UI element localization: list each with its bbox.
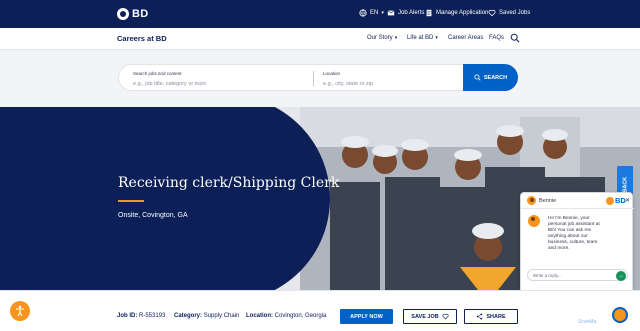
chevron-down-icon: ▾ bbox=[394, 35, 398, 41]
close-icon[interactable]: ✕ bbox=[625, 197, 630, 204]
job-category: Category: Supply Chain bbox=[174, 313, 240, 319]
nav-item-faqs[interactable]: FAQs bbox=[489, 35, 504, 41]
heart-icon bbox=[488, 9, 496, 17]
search-icon[interactable] bbox=[510, 33, 520, 43]
globe-icon bbox=[359, 9, 367, 17]
chat-message: Hi! I'm Bennie, your personal job assist… bbox=[548, 216, 600, 251]
mail-icon bbox=[387, 10, 395, 16]
nav-item-our-story[interactable]: Our Story ▾ bbox=[367, 35, 397, 41]
job-alerts-link[interactable]: Job Alerts bbox=[387, 9, 424, 17]
chevron-down-icon: ▾ bbox=[381, 10, 384, 16]
bd-logo[interactable]: BD bbox=[117, 8, 149, 20]
save-job-button[interactable]: SAVE JOB bbox=[403, 309, 457, 324]
search-form: Search jobs and content e.g., job title,… bbox=[118, 64, 464, 91]
document-icon bbox=[426, 9, 432, 17]
hero-navy-panel bbox=[0, 107, 330, 290]
bennie-message-avatar bbox=[528, 215, 540, 227]
bd-logo-icon bbox=[606, 196, 614, 205]
keyword-search-input[interactable]: Search jobs and content e.g., job title,… bbox=[133, 65, 308, 92]
job-id: Job ID: R-553193 bbox=[117, 313, 166, 319]
share-button[interactable]: SHARE bbox=[464, 309, 518, 324]
job-search-section: Search jobs and content e.g., job title,… bbox=[0, 50, 640, 107]
job-location: Onsite, Covington, GA bbox=[118, 212, 188, 219]
search-icon bbox=[474, 74, 481, 81]
chat-bd-logo: BD bbox=[606, 196, 626, 205]
apply-now-button[interactable]: APPLY NOW bbox=[340, 309, 393, 324]
main-nav: Careers at BD Our Story ▾ Life at BD ▾ Car… bbox=[0, 28, 640, 50]
bd-logo-icon bbox=[117, 8, 129, 20]
chat-header: Bennie BD ✕ bbox=[521, 193, 634, 209]
send-arrow-icon[interactable]: → bbox=[616, 271, 626, 281]
chat-widget: Bennie BD ✕ Hi! I'm Bennie, your persona… bbox=[520, 192, 634, 298]
language-selector[interactable]: EN ▾ bbox=[359, 9, 384, 17]
chat-reply-input[interactable]: Write a reply... → bbox=[527, 269, 628, 281]
job-action-bar: Job ID: R-553193 Category: Supply Chain … bbox=[0, 290, 640, 331]
nav-item-career-areas[interactable]: Career Areas bbox=[448, 35, 483, 41]
search-button[interactable]: SEARCH bbox=[463, 64, 518, 91]
accessibility-button[interactable] bbox=[10, 301, 30, 321]
saved-jobs-link[interactable]: Saved Jobs bbox=[488, 9, 530, 17]
chevron-down-icon: ▾ bbox=[435, 35, 438, 41]
heart-icon bbox=[442, 313, 449, 320]
title-accent-line bbox=[118, 200, 144, 202]
job-title: Receiving clerk/Shipping Clerk bbox=[118, 175, 340, 191]
manage-application-link[interactable]: Manage Application bbox=[425, 9, 488, 17]
accessibility-icon bbox=[16, 305, 24, 317]
chat-launcher-avatar[interactable] bbox=[612, 307, 628, 323]
job-bar-location: Location: Covington, Georgia bbox=[246, 313, 327, 319]
location-search-input[interactable]: Location e.g., city, state or zip bbox=[323, 65, 458, 92]
watermark: ScanMa bbox=[578, 319, 597, 325]
share-icon bbox=[477, 313, 483, 320]
bennie-avatar bbox=[527, 196, 536, 205]
field-divider bbox=[313, 71, 314, 86]
top-utility-bar: BD EN ▾ Job Alerts Manage Application Sa… bbox=[0, 0, 640, 28]
nav-item-life-at-bd[interactable]: Life at BD ▾ bbox=[407, 35, 438, 41]
careers-brand-link[interactable]: Careers at BD bbox=[117, 34, 167, 43]
